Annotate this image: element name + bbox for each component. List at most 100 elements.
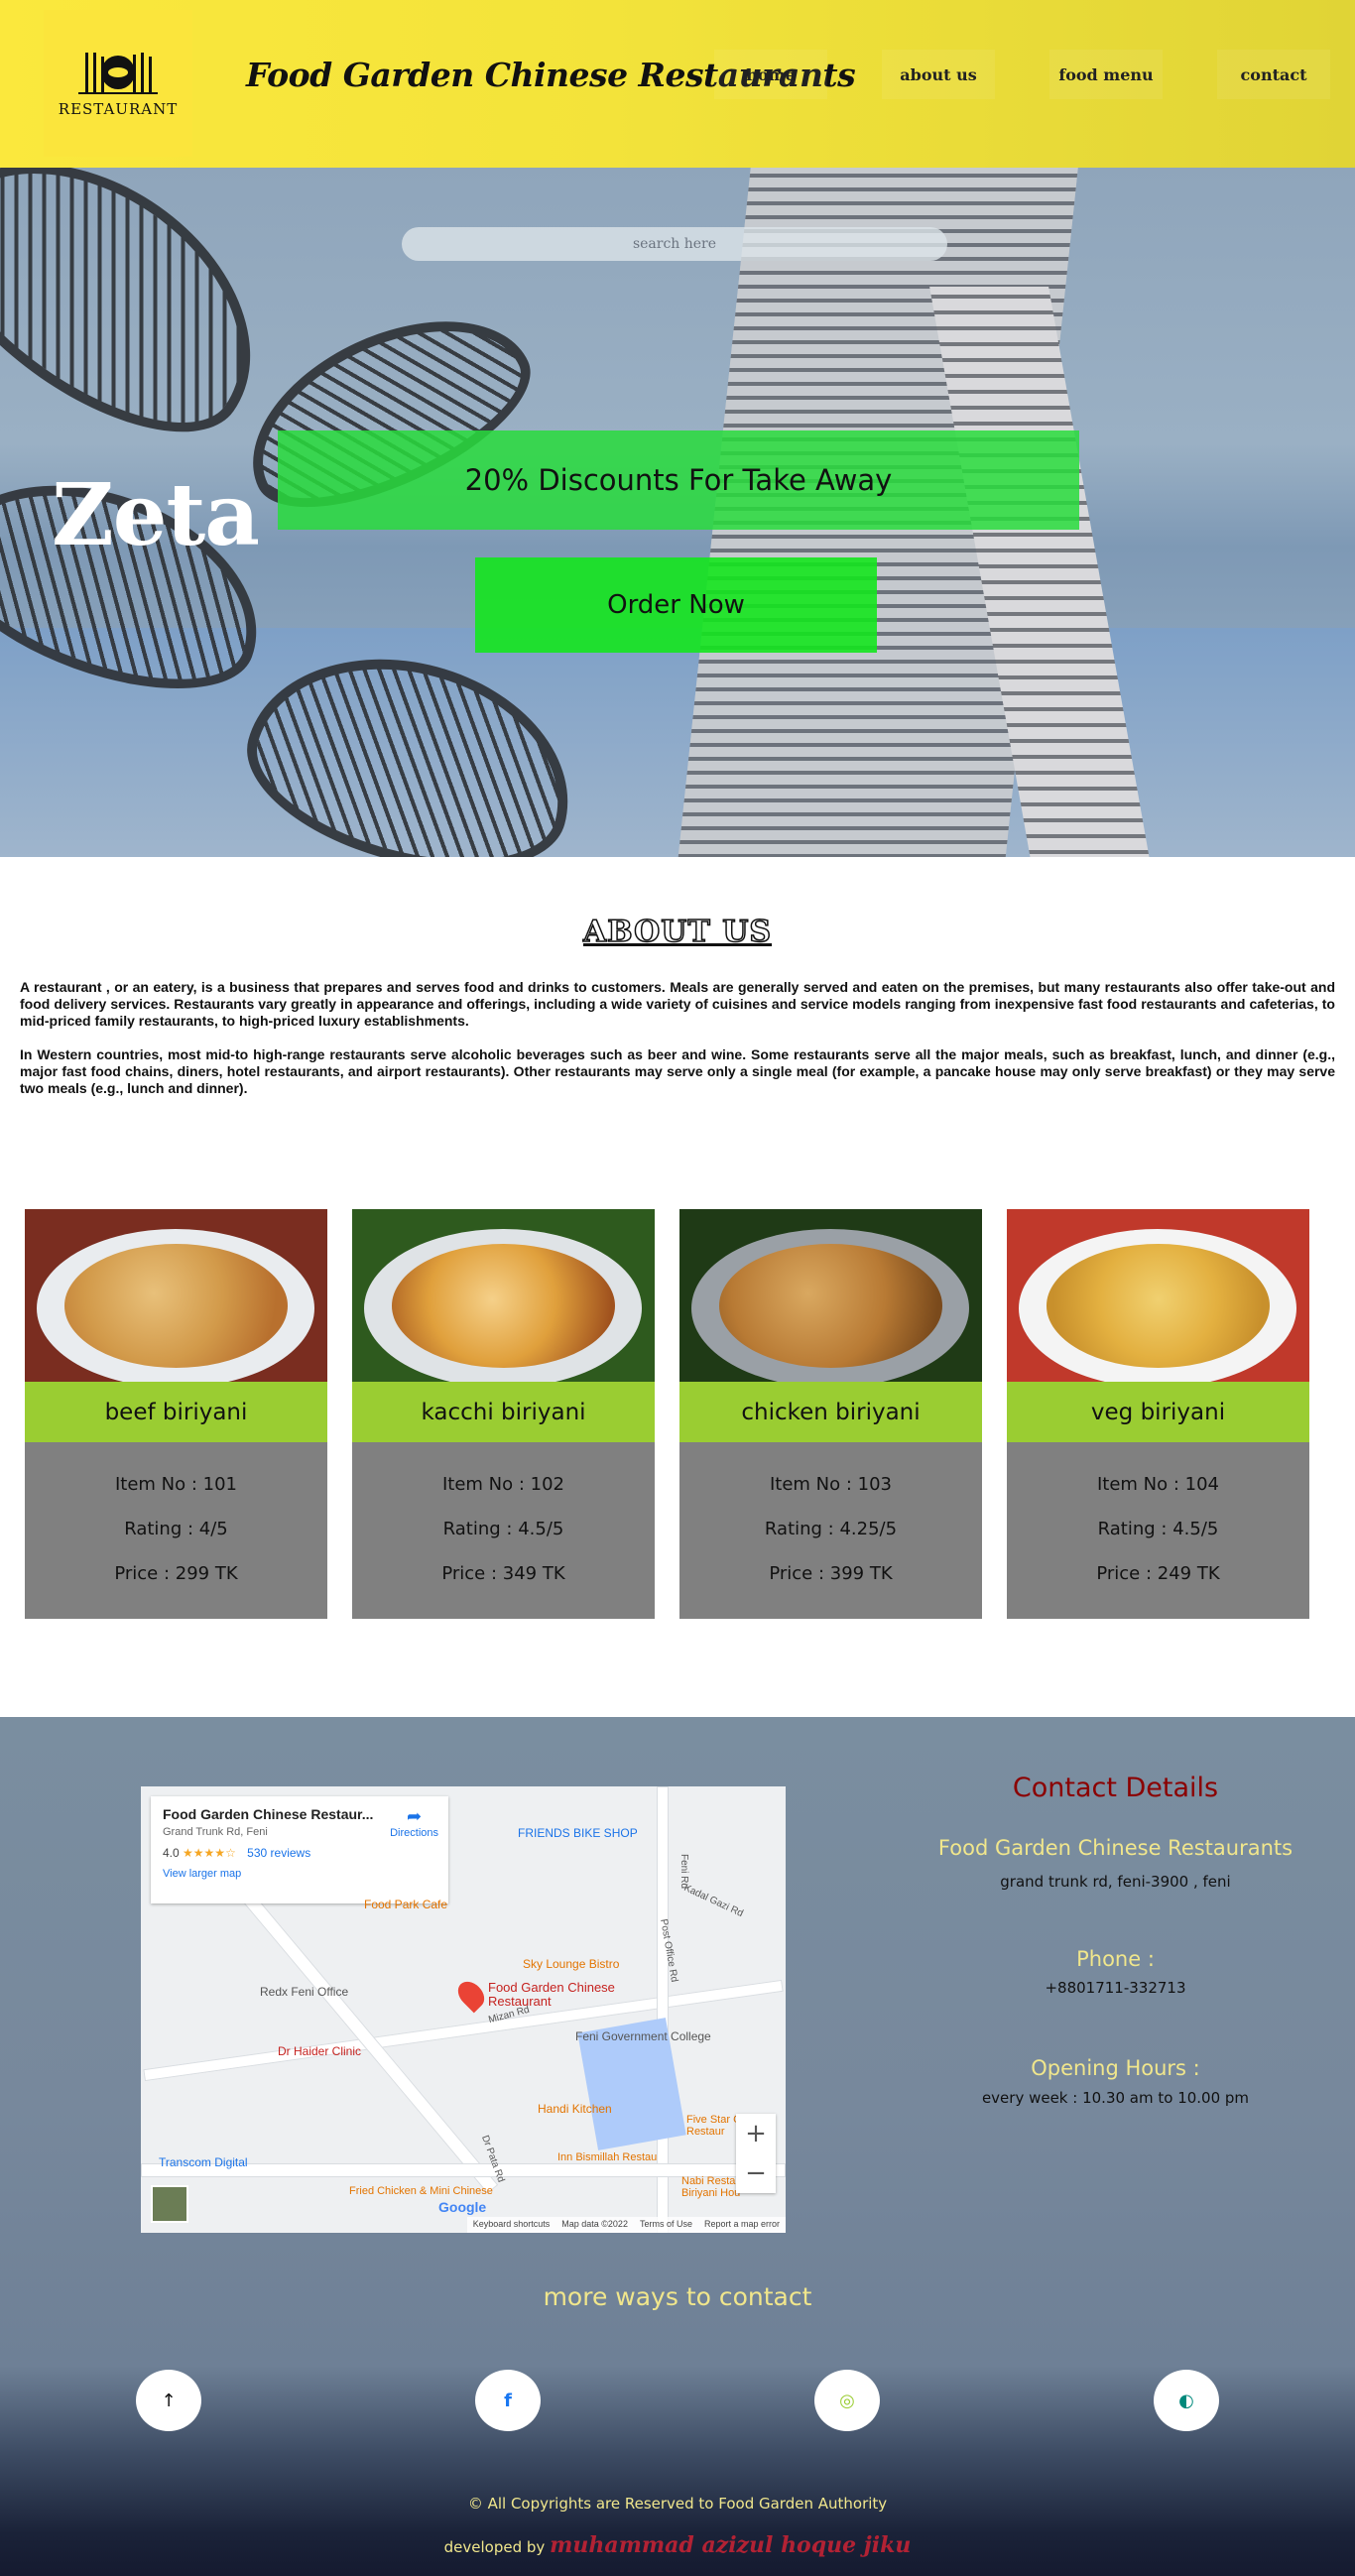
- card-details: Item No : 103 Rating : 4.25/5 Price : 39…: [679, 1442, 982, 1619]
- map-footer-link[interactable]: Report a map error: [704, 2219, 780, 2231]
- star-icon: ★★★★☆: [183, 1846, 236, 1860]
- card-details: Item No : 102 Rating : 4.5/5 Price : 349…: [352, 1442, 655, 1619]
- search-input[interactable]: [402, 227, 947, 261]
- nav-home[interactable]: home: [714, 50, 827, 99]
- card-name: veg biriyani: [1007, 1382, 1309, 1442]
- food-image: [25, 1209, 327, 1382]
- map-poi: Feni Government College: [575, 2029, 711, 2043]
- arrow-up-icon: ↑: [161, 2390, 177, 2411]
- developer-name[interactable]: muhammad azizul hoque jiku: [550, 2532, 911, 2558]
- food-image: [352, 1209, 655, 1382]
- instagram-button[interactable]: ◎: [814, 2370, 880, 2431]
- more-ways-title: more ways to contact: [543, 2282, 812, 2311]
- map-poi: Redx Feni Office: [260, 1985, 349, 1999]
- menu-card[interactable]: veg biriyani Item No : 104 Rating : 4.5/…: [1007, 1209, 1309, 1717]
- restaurant-logo-icon: [78, 53, 158, 94]
- zoom-in-icon[interactable]: +: [745, 2119, 767, 2148]
- food-menu: beef biriyani Item No : 101 Rating : 4/5…: [0, 1209, 1355, 1717]
- card-rating: Rating : 4.5/5: [1097, 1519, 1219, 1539]
- map-reviews-link[interactable]: 530 reviews: [247, 1846, 310, 1860]
- map-satellite-thumbnail[interactable]: [151, 2185, 188, 2223]
- map-poi: Transcom Digital: [159, 2155, 248, 2169]
- card-item-no: Item No : 101: [114, 1474, 238, 1495]
- contact-business-name: Food Garden Chinese Restaurants: [937, 1836, 1293, 1860]
- map-poi: Dr Haider Clinic: [278, 2044, 362, 2058]
- map-street-label: Kadal Gazi Rd: [681, 1882, 745, 1920]
- card-price: Price : 249 TK: [1096, 1563, 1220, 1584]
- logo-text: RESTAURANT: [58, 100, 179, 118]
- back-to-top-button[interactable]: ↑: [136, 2370, 201, 2431]
- map-street-label: Feni Rd: [678, 1853, 690, 1890]
- map-footer-text: Map data ©2022: [561, 2219, 628, 2229]
- nav-about-us[interactable]: about us: [882, 50, 995, 99]
- menu-card[interactable]: kacchi biriyani Item No : 102 Rating : 4…: [352, 1209, 655, 1717]
- map-poi: Handi Kitchen: [538, 2102, 612, 2116]
- messenger-icon: ◐: [1178, 2390, 1194, 2411]
- card-name: kacchi biriyani: [352, 1382, 655, 1442]
- map-poi: FRIENDS BIKE SHOP: [518, 1826, 638, 1840]
- map-info-card: Food Garden Chinese Restaur... Grand Tru…: [151, 1796, 448, 1903]
- discount-banner: 20% Discounts For Take Away: [278, 430, 1079, 530]
- map-pin-icon[interactable]: [452, 1976, 490, 2014]
- map-pin-label: Food Garden Chinese Restaurant: [488, 1980, 615, 2009]
- directions-label: Directions: [390, 1827, 438, 1839]
- instagram-icon: ◎: [839, 2390, 855, 2411]
- facebook-icon: f: [504, 2390, 512, 2411]
- about-section: ABOUT US A restaurant , or an eatery, is…: [0, 857, 1355, 1209]
- messenger-button[interactable]: ◐: [1154, 2370, 1219, 2431]
- card-item-no: Item No : 102: [441, 1474, 565, 1495]
- map-rating: 4.0 ★★★★☆ 530 reviews: [163, 1846, 436, 1860]
- view-larger-map-link[interactable]: View larger map: [163, 1868, 436, 1880]
- menu-card[interactable]: beef biriyani Item No : 101 Rating : 4/5…: [25, 1209, 327, 1717]
- contact-phone-label: Phone :: [1076, 1947, 1155, 1971]
- map-poi: Fried Chicken & Mini Chinese: [349, 2185, 493, 2197]
- card-rating: Rating : 4/5: [124, 1519, 228, 1539]
- order-now-button[interactable]: Order Now: [475, 557, 877, 653]
- nav-food-menu[interactable]: food menu: [1049, 50, 1163, 99]
- contact-address: grand trunk rd, feni-3900 , feni: [1000, 1873, 1231, 1891]
- main-nav: home about us food menu contact: [714, 50, 1355, 99]
- map-footer: Keyboard shortcuts Map data ©2022 Terms …: [466, 2217, 786, 2233]
- map-footer-link[interactable]: Terms of Use: [640, 2219, 692, 2231]
- about-paragraph: A restaurant , or an eatery, is a busine…: [20, 979, 1335, 1029]
- card-details: Item No : 101 Rating : 4/5 Price : 299 T…: [25, 1442, 327, 1619]
- zoom-out-icon[interactable]: −: [745, 2158, 767, 2188]
- google-map[interactable]: Food Garden Chinese Restaur... Grand Tru…: [141, 1786, 786, 2233]
- map-zoom-controls: + −: [736, 2114, 776, 2193]
- developer-credit: developed by muhammad azizul hoque jiku: [0, 2532, 1355, 2558]
- hero-banner: Zeta 20% Discounts For Take Away Order N…: [0, 168, 1355, 857]
- card-rating: Rating : 4.25/5: [764, 1519, 898, 1539]
- card-name: beef biriyani: [25, 1382, 327, 1442]
- directions-button[interactable]: ➦ Directions: [390, 1806, 438, 1839]
- menu-card[interactable]: chicken biriyani Item No : 103 Rating : …: [679, 1209, 982, 1717]
- contact-section: Food Garden Chinese Restaur... Grand Tru…: [0, 1717, 1355, 2366]
- developed-by-label: developed by: [443, 2538, 546, 2556]
- map-footer-link[interactable]: Keyboard shortcuts: [473, 2219, 551, 2231]
- opening-hours-label: Opening Hours :: [1031, 2056, 1200, 2080]
- restaurant-logo[interactable]: RESTAURANT: [44, 10, 192, 157]
- food-image: [679, 1209, 982, 1382]
- site-header: RESTAURANT Food Garden Chinese Restauran…: [0, 0, 1355, 168]
- opening-hours: every week : 10.30 am to 10.00 pm: [981, 2089, 1250, 2107]
- map-rating-value: 4.0: [163, 1846, 180, 1860]
- card-name: chicken biriyani: [679, 1382, 982, 1442]
- directions-icon: ➦: [407, 1806, 423, 1826]
- about-title: ABOUT US: [582, 914, 773, 950]
- card-price: Price : 299 TK: [114, 1563, 238, 1584]
- card-item-no: Item No : 104: [1096, 1474, 1220, 1495]
- contact-phone[interactable]: +8801711-332713: [845, 1979, 1355, 1997]
- food-image: [1007, 1209, 1309, 1382]
- card-details: Item No : 104 Rating : 4.5/5 Price : 249…: [1007, 1442, 1309, 1619]
- map-poi: Inn Bismillah Restau: [557, 2151, 658, 2163]
- map-poi: Sky Lounge Bistro: [523, 1957, 620, 1971]
- facebook-button[interactable]: f: [475, 2370, 541, 2431]
- card-price: Price : 399 TK: [769, 1563, 893, 1584]
- about-paragraph: In Western countries, most mid-to high-r…: [20, 1046, 1335, 1096]
- site-footer: ↑ f ◎ ◐ © All Copyrights are Reserved to…: [0, 2366, 1355, 2576]
- contact-details-title: Contact Details: [1012, 1773, 1219, 1803]
- google-logo: Google: [438, 2199, 487, 2215]
- hero-zeta-text: Zeta: [52, 465, 260, 565]
- map-poi: Food Park Cafe: [364, 1898, 448, 1911]
- card-price: Price : 349 TK: [441, 1563, 565, 1584]
- nav-contact[interactable]: contact: [1217, 50, 1330, 99]
